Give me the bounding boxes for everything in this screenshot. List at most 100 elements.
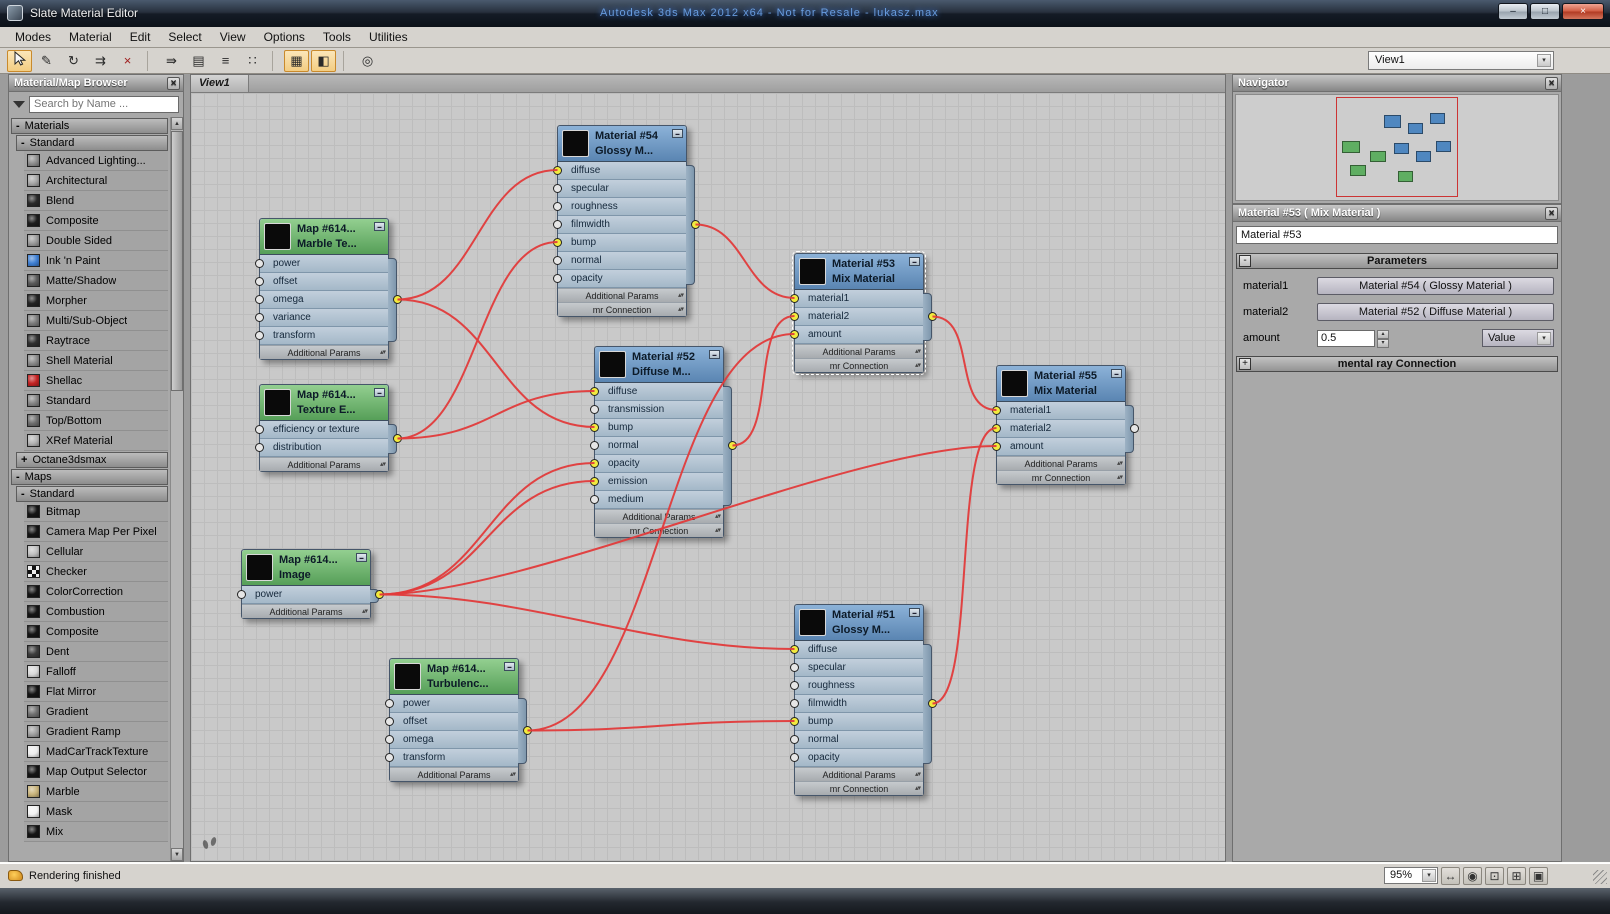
- output-socket[interactable]: [523, 726, 532, 735]
- rollout-additional-params[interactable]: Additional Params ▴▾: [558, 288, 686, 302]
- browser-item-colorcorrection[interactable]: ColorCorrection: [24, 582, 168, 602]
- wire-mat52-to-mat53-material2[interactable]: [732, 315, 795, 447]
- mental-ray-connection-rollout[interactable]: + mental ray Connection: [1236, 356, 1558, 372]
- close-button[interactable]: ×: [1562, 3, 1604, 20]
- dropdown-arrow-icon[interactable]: ▾: [1537, 54, 1551, 67]
- input-socket-material1[interactable]: [992, 405, 1001, 415]
- input-socket-bump[interactable]: [790, 716, 799, 726]
- assign-material-to-selection[interactable]: ⇉: [88, 50, 113, 72]
- menu-material[interactable]: Material: [60, 28, 121, 46]
- group-maps[interactable]: - Maps: [11, 469, 168, 485]
- input-socket-diffuse[interactable]: [553, 165, 562, 175]
- collapse-node-icon[interactable]: ▬: [374, 222, 385, 231]
- input-socket-specular[interactable]: [790, 662, 799, 672]
- input-socket-opacity[interactable]: [790, 752, 799, 762]
- rollout-additional-params[interactable]: Additional Params ▴▾: [242, 604, 370, 618]
- view-tab[interactable]: View1: [191, 75, 249, 92]
- wire-turb-to-mat51-bump[interactable]: [527, 720, 795, 732]
- group-standard[interactable]: - Standard: [16, 486, 168, 502]
- browser-item-blend[interactable]: Blend: [24, 191, 168, 211]
- input-socket-material2[interactable]: [992, 423, 1001, 433]
- input-socket-normal[interactable]: [790, 734, 799, 744]
- browser-item-bitmap[interactable]: Bitmap: [24, 502, 168, 522]
- resize-grip[interactable]: [1593, 870, 1607, 884]
- collapse-plus-icon[interactable]: +: [1239, 358, 1251, 370]
- input-socket-material2[interactable]: [790, 311, 799, 321]
- node-header[interactable]: Map #614... Texture E... ▬: [260, 385, 388, 421]
- lay-out-all[interactable]: ≡: [213, 50, 238, 72]
- input-socket-power[interactable]: [237, 589, 246, 599]
- material2-button[interactable]: Material #52 ( Diffuse Material ): [1317, 303, 1554, 321]
- input-socket-transform[interactable]: [385, 752, 394, 762]
- input-socket-transmission[interactable]: [590, 404, 599, 414]
- collapse-node-icon[interactable]: ▬: [374, 388, 385, 397]
- browser-item-shellac[interactable]: Shellac: [24, 371, 168, 391]
- node-material-54-glossy-m[interactable]: Material #54 Glossy M... ▬ diffuse specular r…: [553, 125, 700, 317]
- close-icon[interactable]: ×: [1545, 77, 1558, 90]
- wire-image-to-mat51-diffuse[interactable]: [379, 593, 795, 650]
- input-socket-material1[interactable]: [790, 293, 799, 303]
- input-socket-opacity[interactable]: [590, 458, 599, 468]
- input-socket-roughness[interactable]: [553, 201, 562, 211]
- input-socket-diffuse[interactable]: [590, 386, 599, 396]
- input-socket-power[interactable]: [255, 258, 264, 268]
- browser-panel-titlebar[interactable]: Material/Map Browser ×: [9, 75, 183, 92]
- node-map-614-marble-te[interactable]: Map #614... Marble Te... ▬ power offset omega…: [255, 218, 402, 360]
- rollout-additional-params[interactable]: Additional Params ▴▾: [997, 456, 1125, 470]
- node-header[interactable]: Map #614... Marble Te... ▬: [260, 219, 388, 255]
- collapse-node-icon[interactable]: ▬: [909, 608, 920, 617]
- group-standard[interactable]: - Standard: [16, 135, 168, 151]
- scroll-up-icon[interactable]: ▲: [171, 117, 183, 130]
- collapse-node-icon[interactable]: ▬: [356, 553, 367, 562]
- wire-texenv-to-mat54-bump[interactable]: [397, 241, 558, 440]
- browser-item-gradient[interactable]: Gradient: [24, 702, 168, 722]
- browser-item-top-bottom[interactable]: Top/Bottom: [24, 411, 168, 431]
- collapse-node-icon[interactable]: ▬: [909, 257, 920, 266]
- browser-item-advanced-lighting[interactable]: Advanced Lighting...: [24, 151, 168, 171]
- node-map-614-image[interactable]: Map #614... Image ▬ power Additional Params ▴…: [237, 549, 384, 619]
- input-socket-omega[interactable]: [385, 734, 394, 744]
- browser-item-double-sided[interactable]: Double Sided: [24, 231, 168, 251]
- input-socket-amount[interactable]: [992, 441, 1001, 451]
- zoom-extents-icon[interactable]: ⊞: [1507, 866, 1526, 885]
- input-socket-omega[interactable]: [255, 294, 264, 304]
- output-socket[interactable]: [691, 220, 700, 229]
- scrollbar-thumb[interactable]: [171, 131, 183, 391]
- browser-item-checker[interactable]: Checker: [24, 562, 168, 582]
- rollout-additional-params[interactable]: Additional Params ▴▾: [795, 767, 923, 781]
- input-socket-roughness[interactable]: [790, 680, 799, 690]
- close-icon[interactable]: ×: [167, 77, 180, 90]
- output-socket[interactable]: [1130, 424, 1139, 433]
- input-socket-transform[interactable]: [255, 330, 264, 340]
- output-socket[interactable]: [728, 441, 737, 450]
- browser-item-composite[interactable]: Composite: [24, 211, 168, 231]
- node-header[interactable]: Material #52 Diffuse M... ▬: [595, 347, 723, 383]
- minimize-button[interactable]: –: [1498, 3, 1528, 20]
- menu-utilities[interactable]: Utilities: [360, 28, 417, 46]
- maximize-button[interactable]: □: [1530, 3, 1560, 20]
- collapse-node-icon[interactable]: ▬: [709, 350, 720, 359]
- group-materials[interactable]: - Materials: [11, 118, 168, 134]
- input-socket-offset[interactable]: [255, 276, 264, 286]
- node-header[interactable]: Map #614... Turbulenc... ▬: [390, 659, 518, 695]
- lay-out-children[interactable]: ∷: [240, 50, 265, 72]
- input-socket-specular[interactable]: [553, 183, 562, 193]
- output-socket[interactable]: [375, 590, 384, 599]
- wire-mat53-to-mat55-material1[interactable]: [932, 315, 997, 411]
- node-material-53-mix-material[interactable]: Material #53 Mix Material ▬ material1 materi…: [790, 251, 937, 375]
- rollout-additional-params[interactable]: Additional Params ▴▾: [260, 345, 388, 359]
- collapse-node-icon[interactable]: ▬: [1111, 369, 1122, 378]
- rollout-additional-params[interactable]: Additional Params ▴▾: [595, 509, 723, 523]
- menu-options[interactable]: Options: [255, 28, 314, 46]
- browser-scrollbar[interactable]: ▲ ▼: [170, 117, 183, 861]
- browser-item-matte-shadow[interactable]: Matte/Shadow: [24, 271, 168, 291]
- node-header[interactable]: Material #55 Mix Material ▬: [997, 366, 1125, 402]
- zoom-extents-selected-icon[interactable]: ▣: [1529, 866, 1548, 885]
- browser-item-dent[interactable]: Dent: [24, 642, 168, 662]
- material-id-channel[interactable]: ◎: [355, 50, 380, 72]
- browser-item-composite[interactable]: Composite: [24, 622, 168, 642]
- rollout-mr-connection[interactable]: mr Connection ▴▾: [795, 358, 923, 372]
- spinner-down-icon[interactable]: ▾: [1377, 338, 1389, 348]
- input-socket-bump[interactable]: [553, 237, 562, 247]
- browser-item-combustion[interactable]: Combustion: [24, 602, 168, 622]
